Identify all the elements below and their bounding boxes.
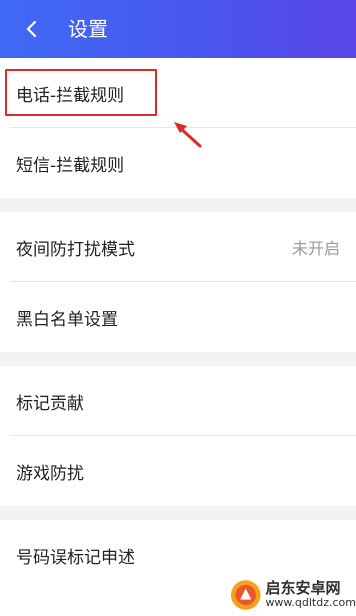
row-label: 短信-拦截规则	[16, 155, 125, 176]
row-label: 游戏防扰	[16, 463, 84, 484]
settings-row-mark-contribution[interactable]: 标记贡献	[0, 366, 356, 436]
highlight-box	[5, 69, 157, 116]
page-title: 设置	[68, 17, 108, 41]
settings-row-game-mode[interactable]: 游戏防扰	[0, 436, 356, 506]
watermark-url: www.qdltdz.com	[265, 595, 356, 609]
night-mode-status: 未开启	[291, 239, 340, 258]
watermark: 启东安卓网 www.qdltdz.com	[230, 573, 356, 616]
row-label: 黑白名单设置	[16, 309, 118, 330]
settings-row-blacklist-whitelist[interactable]: 黑白名单设置	[0, 282, 356, 352]
title-bar: 设置	[0, 0, 356, 58]
annotation-arrow-icon	[174, 122, 202, 148]
row-label: 标记贡献	[16, 393, 84, 414]
row-label: 号码误标记申述	[16, 547, 135, 568]
watermark-logo-icon	[230, 579, 261, 610]
row-label: 夜间防打扰模式	[16, 239, 135, 260]
back-arrow-icon[interactable]	[20, 15, 46, 43]
watermark-title: 启东安卓网	[265, 579, 341, 598]
settings-group-marking: 标记贡献 游戏防扰	[0, 366, 356, 506]
settings-row-night-mode[interactable]: 夜间防打扰模式 未开启	[0, 212, 356, 282]
settings-group-protection: 夜间防打扰模式 未开启 黑白名单设置	[0, 212, 356, 352]
